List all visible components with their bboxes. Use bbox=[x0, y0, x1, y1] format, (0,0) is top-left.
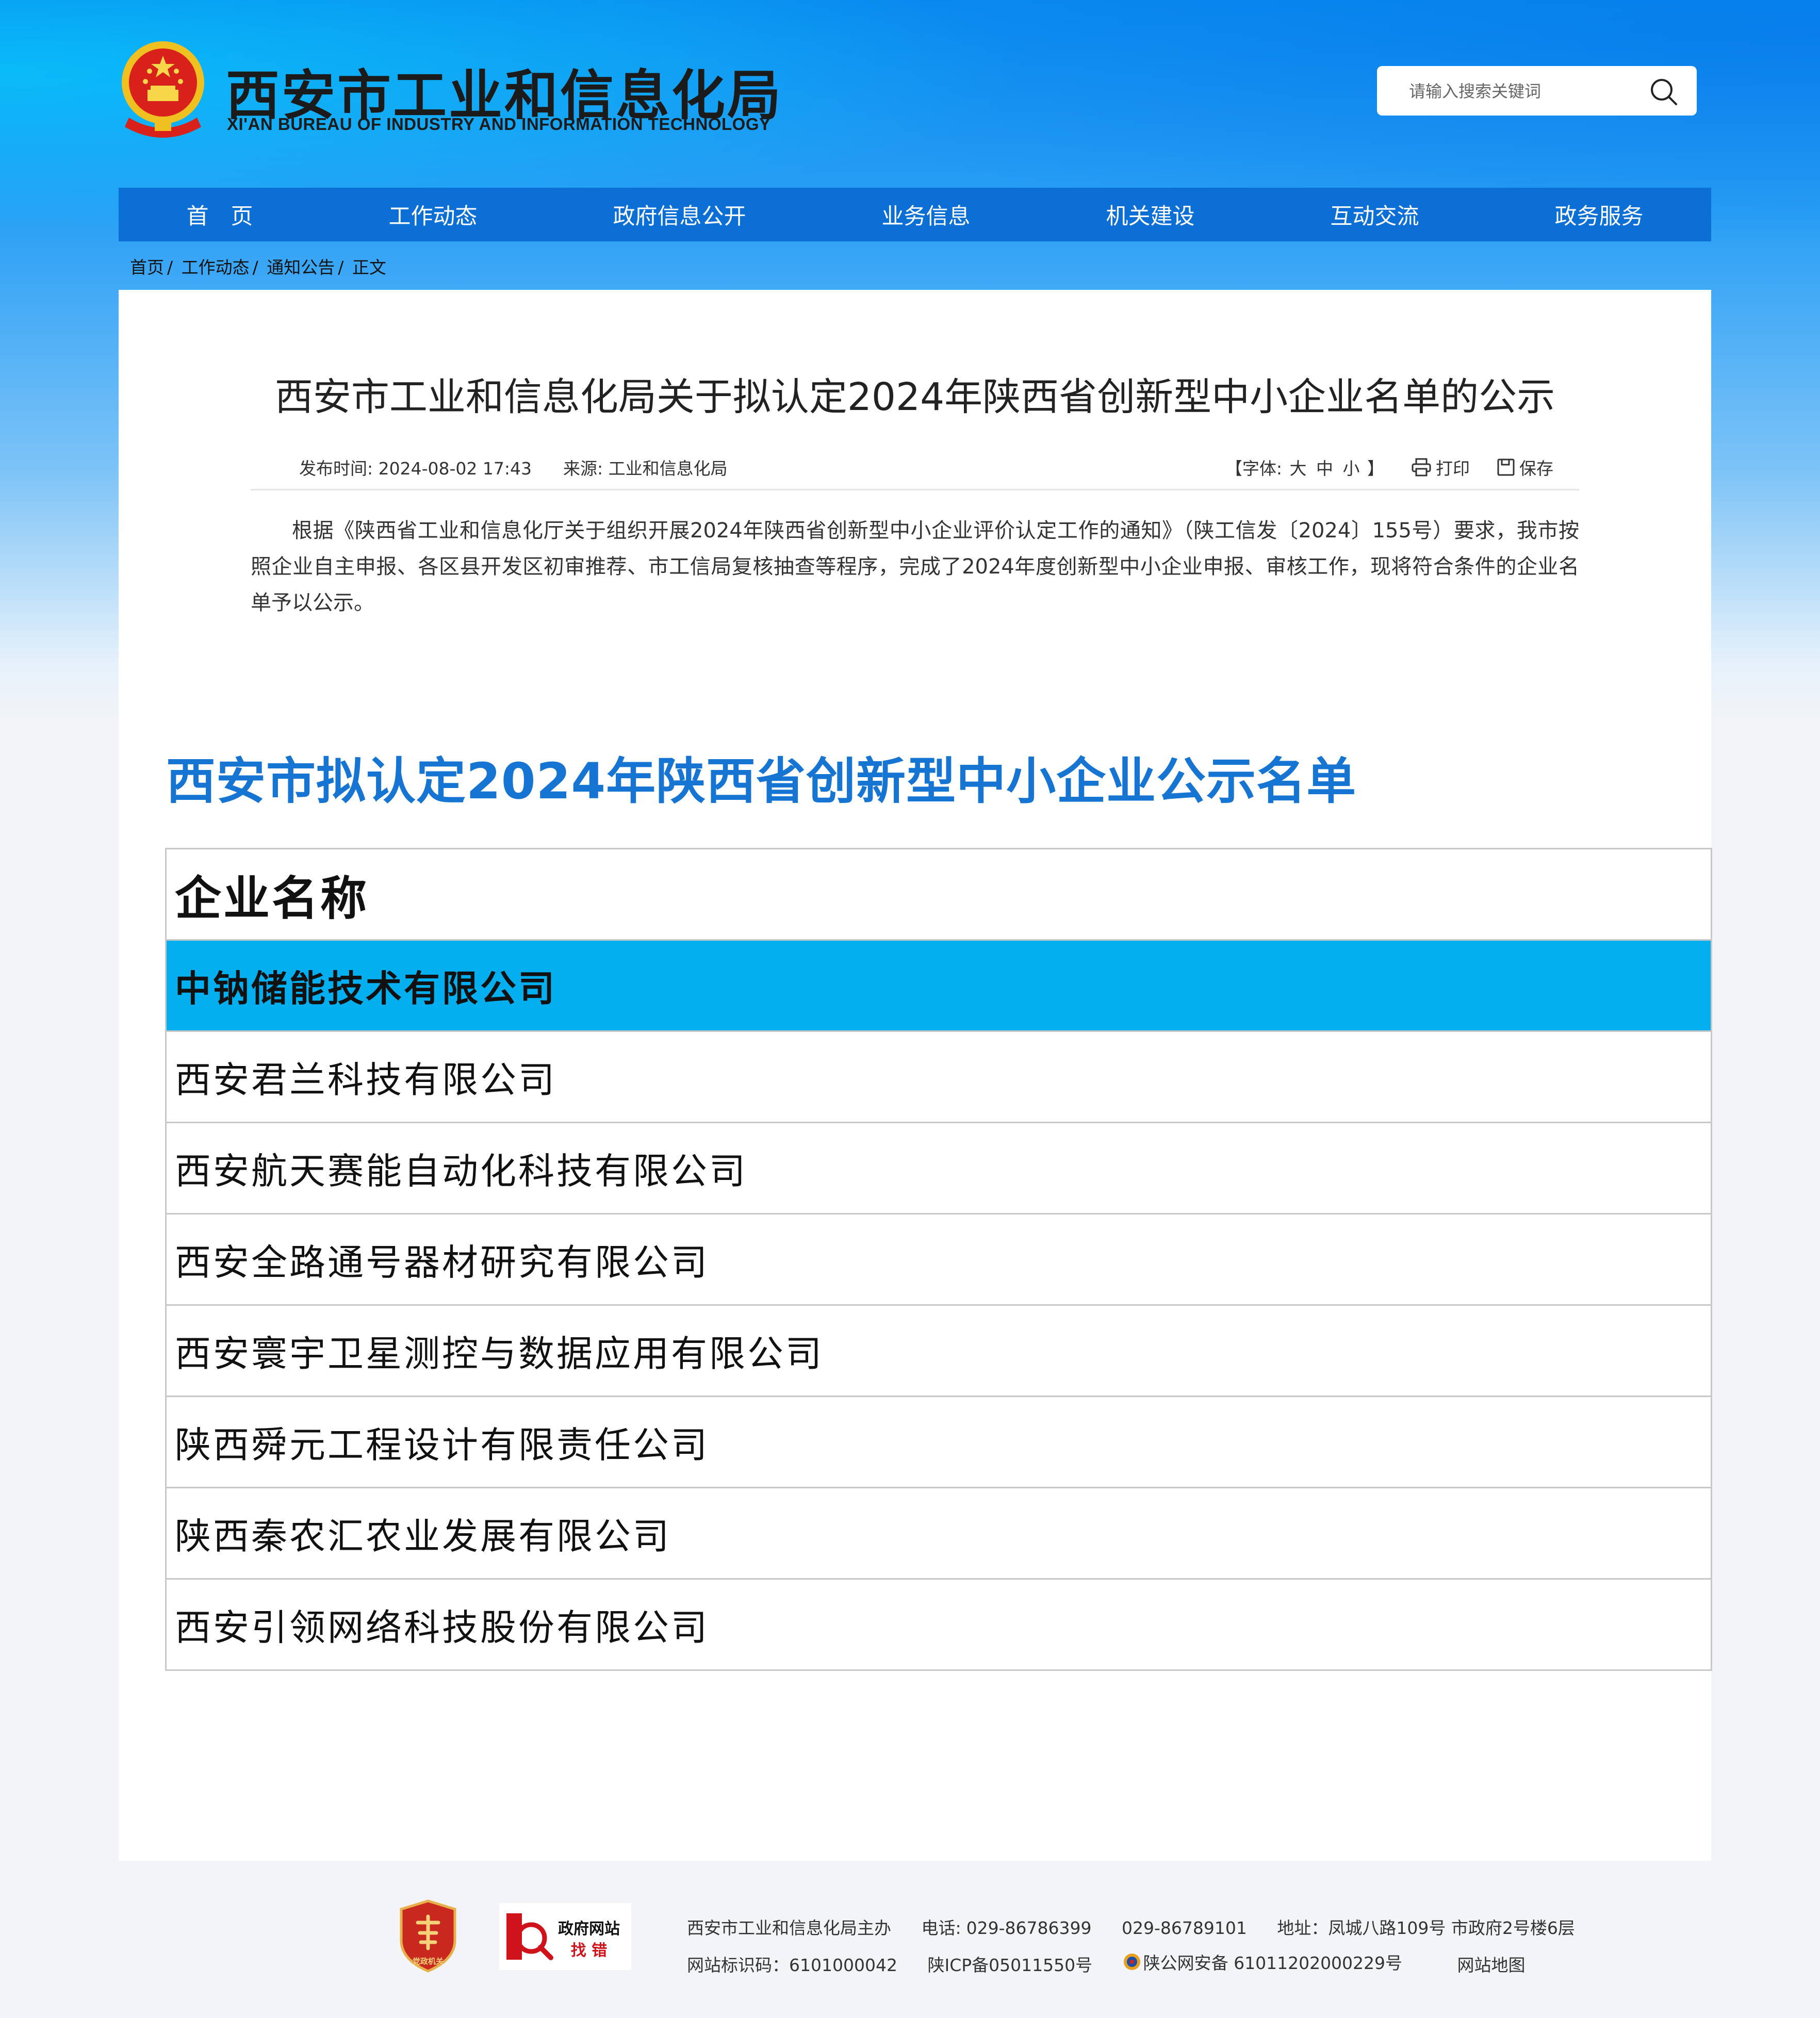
nav-item-interaction[interactable]: 互动交流 bbox=[1320, 199, 1430, 231]
footer-psb[interactable]: 陕公网安备 61011202000229号 bbox=[1123, 1949, 1427, 1974]
footer-phone2: 029-86789101 bbox=[1121, 1918, 1247, 1938]
table-row: 西安航天赛能自动化科技有限公司 bbox=[167, 1123, 1711, 1215]
nav-item-home[interactable]: 首 页 bbox=[176, 199, 264, 231]
article-meta: 发布时间: 2024-08-02 17:43 来源: 工业和信息化局 bbox=[299, 455, 728, 480]
breadcrumb-separator: / bbox=[167, 257, 173, 277]
badge2-line2: 找 错 bbox=[571, 1942, 607, 1960]
breadcrumb-current: 正文 bbox=[352, 257, 386, 277]
gov-site-error-report-badge[interactable]: 政府网站 找 错 bbox=[499, 1903, 631, 1970]
source-label: 来源: bbox=[563, 458, 603, 479]
save-label: 保存 bbox=[1519, 458, 1553, 479]
breadcrumb-separator: / bbox=[338, 257, 344, 277]
nav-item-gov-info[interactable]: 政府信息公开 bbox=[603, 199, 757, 231]
footer-address: 地址：凤城八路109号 市政府2号楼6层 bbox=[1277, 1918, 1575, 1938]
breadcrumb-work-news[interactable]: 工作动态 bbox=[182, 257, 250, 277]
list-title: 西安市拟认定2024年陕西省创新型中小企业公示名单 bbox=[166, 752, 1357, 810]
police-badge-icon bbox=[1123, 1954, 1140, 1970]
table-header: 企业名称 bbox=[167, 849, 1711, 941]
party-gov-badge-icon[interactable]: 党政机关 bbox=[397, 1899, 459, 1974]
table-row: 西安君兰科技有限公司 bbox=[167, 1032, 1711, 1123]
breadcrumb: 首页 / 工作动态 / 通知公告 / 正文 bbox=[130, 254, 389, 278]
font-size-small[interactable]: 小 bbox=[1343, 458, 1360, 479]
search-box bbox=[1377, 66, 1697, 116]
search-icon[interactable] bbox=[1648, 76, 1679, 107]
table-row: 西安全路通号器材研究有限公司 bbox=[167, 1215, 1711, 1306]
footer-phone-label: 电话: bbox=[921, 1918, 961, 1938]
article-title: 西安市工业和信息化局关于拟认定2024年陕西省创新型中小企业名单的公示 bbox=[274, 375, 1555, 419]
print-button[interactable]: 打印 bbox=[1411, 455, 1470, 480]
article-body: 根据《陕西省工业和信息化厅关于组织开展2024年陕西省创新型中小企业评价认定工作… bbox=[251, 519, 1579, 615]
footer-line-1: 西安市工业和信息化局主办 电话: 029-86786399 029-8678910… bbox=[687, 1914, 1600, 1939]
nav-item-business-info[interactable]: 业务信息 bbox=[872, 199, 981, 231]
table-row: 陕西秦农汇农业发展有限公司 bbox=[167, 1488, 1711, 1580]
meta-divider bbox=[251, 489, 1579, 490]
badge1-text: 党政机关 bbox=[413, 1957, 444, 1966]
save-icon bbox=[1497, 458, 1515, 476]
footer-sitemap[interactable]: 网站地图 bbox=[1457, 1955, 1526, 1975]
font-size-label-close: 】 bbox=[1367, 458, 1384, 479]
article-tools: 【字体: 大 中 小 】 打印 保存 bbox=[1225, 455, 1553, 480]
table-row: 陕西舜元工程设计有限责任公司 bbox=[167, 1397, 1711, 1488]
nav-item-org-building[interactable]: 机关建设 bbox=[1096, 199, 1205, 231]
font-size-switcher: 【字体: 大 中 小 】 bbox=[1225, 455, 1384, 480]
error-finder-icon: 政府网站 找 错 bbox=[506, 1913, 620, 1960]
footer-phone1: 029-86786399 bbox=[966, 1918, 1092, 1938]
footer-sponsor: 西安市工业和信息化局主办 bbox=[687, 1918, 891, 1938]
table-row: 中钠储能技术有限公司 bbox=[167, 941, 1711, 1032]
search-input[interactable] bbox=[1408, 75, 1647, 107]
font-size-large[interactable]: 大 bbox=[1290, 458, 1307, 479]
footer-site-code: 网站标识码：6101000042 bbox=[687, 1955, 897, 1975]
nav-item-gov-service[interactable]: 政务服务 bbox=[1545, 199, 1654, 231]
footer-icp[interactable]: 陕ICP备05011550号 bbox=[927, 1955, 1092, 1975]
table-row: 西安引领网络科技股份有限公司 bbox=[167, 1580, 1711, 1671]
article-panel: 西安市工业和信息化局关于拟认定2024年陕西省创新型中小企业名单的公示 发布时间… bbox=[119, 290, 1712, 1861]
footer-line-2: 网站标识码：6101000042 陕ICP备05011550号 陕公网安备 61… bbox=[687, 1949, 1550, 1976]
company-table: 企业名称 中钠储能技术有限公司 西安君兰科技有限公司 西安航天赛能自动化科技有限… bbox=[165, 848, 1712, 1671]
table-row: 西安寰宇卫星测控与数据应用有限公司 bbox=[167, 1306, 1711, 1397]
publish-time: 2024-08-02 17:43 bbox=[378, 458, 532, 479]
breadcrumb-notices[interactable]: 通知公告 bbox=[267, 257, 335, 277]
site-name-en: XI'AN BUREAU OF INDUSTRY AND INFORMATION… bbox=[227, 114, 771, 134]
font-size-label: 【字体: bbox=[1225, 458, 1282, 479]
save-button[interactable]: 保存 bbox=[1497, 455, 1553, 480]
footer-psb-text: 陕公网安备 61011202000229号 bbox=[1143, 1953, 1403, 1973]
national-emblem-icon bbox=[122, 41, 204, 138]
printer-icon bbox=[1412, 458, 1431, 477]
breadcrumb-home[interactable]: 首页 bbox=[130, 257, 164, 277]
main-nav: 首 页 工作动态 政府信息公开 业务信息 机关建设 互动交流 政务服务 bbox=[119, 188, 1711, 241]
nav-item-work-news[interactable]: 工作动态 bbox=[379, 199, 488, 231]
font-size-medium[interactable]: 中 bbox=[1316, 458, 1333, 479]
publish-label: 发布时间: bbox=[299, 458, 373, 479]
breadcrumb-separator: / bbox=[252, 257, 258, 277]
article-source: 工业和信息化局 bbox=[608, 458, 728, 479]
badge2-line1: 政府网站 bbox=[558, 1920, 620, 1938]
print-label: 打印 bbox=[1436, 458, 1470, 479]
